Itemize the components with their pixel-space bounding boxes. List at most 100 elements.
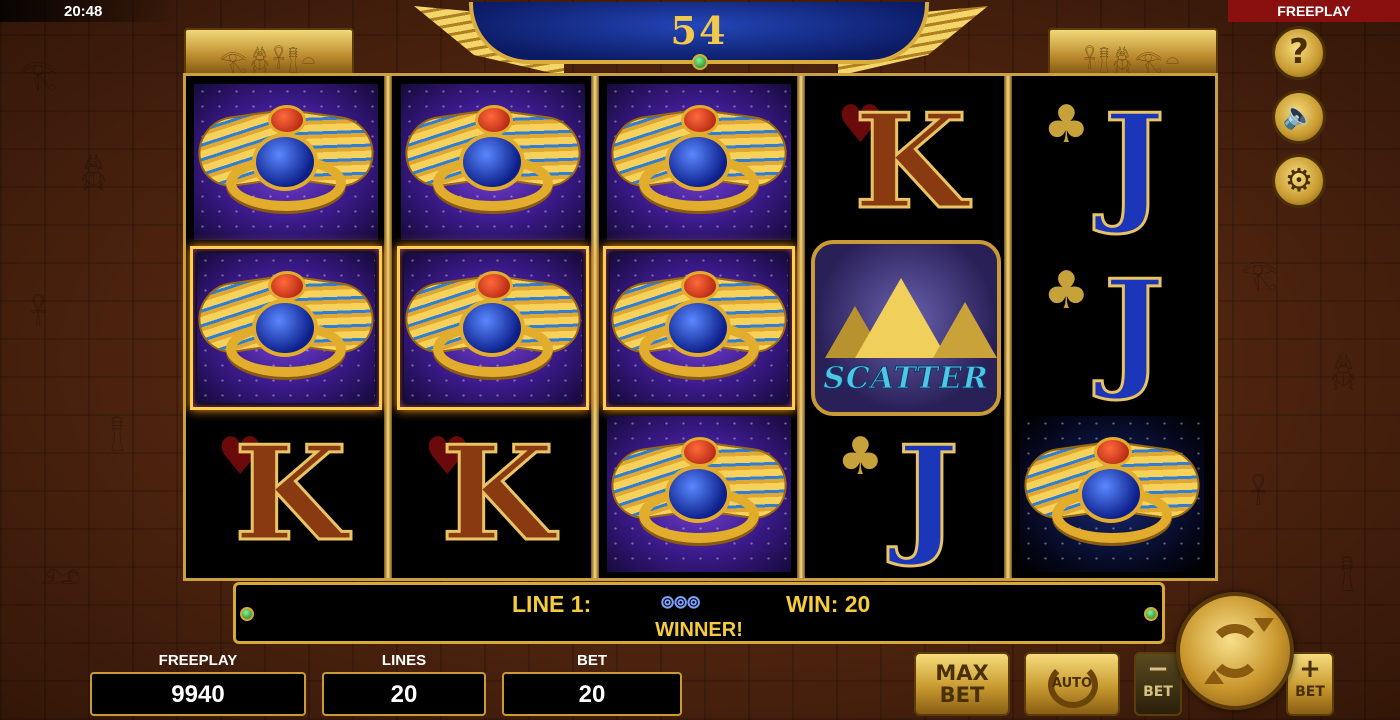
win-line-label: LINE 1: xyxy=(512,591,592,617)
king-card-icon: ♥ K xyxy=(211,417,361,570)
scarab-part xyxy=(681,271,719,301)
reel-cell: ♥ K xyxy=(190,412,382,576)
scarab-part xyxy=(252,299,318,357)
scarab-wild-icon xyxy=(400,263,586,393)
reel-cell xyxy=(603,412,795,576)
card-letter: K xyxy=(440,417,556,570)
reel-area: ♥ K ♥ K ♥ K SCATTER ♣ J ♣ J ♣ J xyxy=(183,73,1218,581)
reel-cell: ♣ J xyxy=(1016,246,1208,410)
reel-cell: SCATTER xyxy=(810,240,1002,416)
reel-cell xyxy=(1016,412,1208,576)
scarab-wild-icon xyxy=(606,429,792,559)
reel-2: ♥ K xyxy=(393,76,593,578)
settings-button[interactable]: ⚙ xyxy=(1272,154,1326,208)
glyph-decoration: 𓋹 xyxy=(1250,477,1267,512)
scarab-part xyxy=(665,299,731,357)
scarab-part xyxy=(268,271,306,301)
scarab-wild-icon xyxy=(606,97,792,227)
reel-cell xyxy=(190,80,382,244)
spin-arrowhead-icon xyxy=(1254,618,1274,632)
help-button[interactable]: ? xyxy=(1272,26,1326,80)
plus-icon: + xyxy=(1299,654,1321,684)
mode-badge: FREEPLAY xyxy=(1228,0,1400,22)
scarab-part xyxy=(665,465,731,523)
scarab-part xyxy=(475,105,513,135)
jack-card-icon: ♣ J xyxy=(831,417,981,570)
credit-label: FREEPLAY xyxy=(158,652,238,669)
pyramid-shape xyxy=(933,302,997,358)
scarab-wild-icon xyxy=(1019,429,1205,559)
scarab-part xyxy=(681,437,719,467)
scarab-part xyxy=(252,133,318,191)
scarab-part xyxy=(475,271,513,301)
club-suit-icon: ♣ xyxy=(1043,261,1090,321)
reel-3 xyxy=(599,76,799,578)
glyph-decoration: 𓃭 xyxy=(40,557,81,592)
reel-4: ♥ K SCATTER ♣ J xyxy=(806,76,1006,578)
reel-cell: ♥ K xyxy=(397,412,589,576)
minus-icon: − xyxy=(1147,654,1169,684)
reel-cell xyxy=(603,246,795,410)
scatter-label: SCATTER xyxy=(823,361,989,397)
reel-cell: ♣ J xyxy=(1016,80,1208,244)
club-suit-icon: ♣ xyxy=(837,427,884,487)
scarab-wild-icon xyxy=(400,97,586,227)
reel-cell xyxy=(190,246,382,410)
bet-display: BET 20 xyxy=(502,652,682,716)
winning-symbols-icon: ⊚⊚⊚ xyxy=(660,592,701,612)
sound-toggle-button[interactable]: 🔈 xyxy=(1272,90,1326,144)
glyph-decoration: 𓂀 xyxy=(1240,257,1278,292)
glyph-decoration: 𓂀 xyxy=(20,57,58,92)
autoplay-button[interactable]: AUTO xyxy=(1024,652,1120,716)
lines-value: 20 xyxy=(322,672,486,716)
glyph-decoration: 𓆣 xyxy=(1330,357,1357,392)
scarab-part xyxy=(459,133,525,191)
bet-decrease-label: BET xyxy=(1143,684,1173,700)
game-header: 𓂀𓆣𓋹𓊽𓏏 𓋹𓊽𓆣𓂀𓏏 54 xyxy=(184,2,1218,78)
header-gem xyxy=(692,54,708,70)
spin-arrowhead-icon xyxy=(1204,670,1224,684)
glyph-decoration: 𓊽 xyxy=(1340,557,1355,592)
card-letter: K xyxy=(233,417,349,570)
bet-increase-label: BET xyxy=(1295,684,1325,700)
card-letter: J xyxy=(1102,85,1166,238)
card-letter: J xyxy=(1102,251,1166,404)
win-amount: WIN: 20 xyxy=(786,591,871,617)
lines-display: LINES 20 xyxy=(322,652,486,716)
winner-message: WINNER! xyxy=(655,619,743,641)
scarab-wild-icon xyxy=(606,263,792,393)
autoplay-label: AUTO xyxy=(1051,676,1093,691)
scarab-part xyxy=(681,105,719,135)
max-bet-button[interactable]: MAX BET xyxy=(914,652,1010,716)
bet-decrease-button[interactable]: − BET xyxy=(1134,652,1182,716)
right-cartouche: 𓋹𓊽𓆣𓂀𓏏 xyxy=(1048,28,1218,78)
card-letter: K xyxy=(853,85,969,238)
lines-label: LINES xyxy=(381,652,427,669)
reel-cell: ♥ K xyxy=(810,80,1002,244)
credit-display: FREEPLAY 9940 xyxy=(90,652,306,716)
bet-value: 20 xyxy=(502,672,682,716)
scarab-wild-icon xyxy=(193,97,379,227)
reel-5: ♣ J ♣ J xyxy=(1012,76,1212,578)
glyph-decoration: 𓋹 xyxy=(30,297,47,332)
scarab-part xyxy=(665,133,731,191)
scarab-part xyxy=(459,299,525,357)
club-suit-icon: ♣ xyxy=(1043,95,1090,155)
king-card-icon: ♥ K xyxy=(831,85,981,238)
glyph-decoration: 𓆣 xyxy=(80,157,107,192)
reel-cell: ♣ J xyxy=(810,412,1002,576)
reel-cell xyxy=(397,246,589,410)
card-letter: J xyxy=(896,417,960,570)
scarab-part xyxy=(1094,437,1132,467)
credit-value: 9940 xyxy=(90,672,306,716)
jack-card-icon: ♣ J xyxy=(1037,251,1187,404)
king-card-icon: ♥ K xyxy=(418,417,568,570)
scarab-part xyxy=(268,105,306,135)
bet-label: BET xyxy=(577,652,607,669)
spin-button[interactable] xyxy=(1176,592,1294,710)
glyph-decoration: 𓊽 xyxy=(110,417,125,452)
scarab-wild-icon xyxy=(193,263,379,393)
reel-cell xyxy=(603,80,795,244)
reel-1: ♥ K xyxy=(186,76,386,578)
bet-increase-button[interactable]: + BET xyxy=(1286,652,1334,716)
